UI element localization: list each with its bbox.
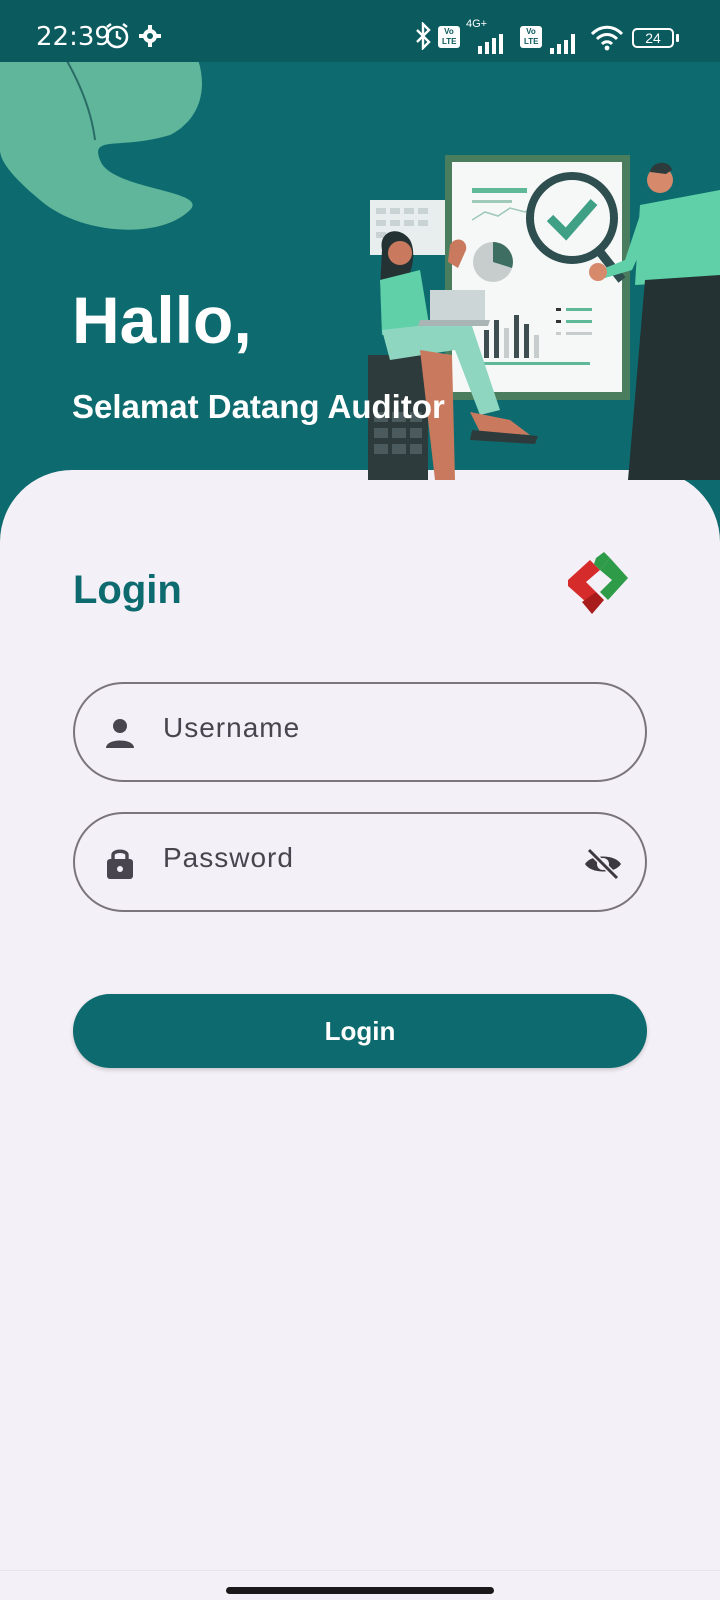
- login-button[interactable]: Login: [73, 994, 647, 1068]
- app-logo: [568, 552, 628, 614]
- battery-tip: [676, 34, 679, 42]
- status-bar: 22:39 Vo LTE 4G+ Vo LTE 24: [0, 0, 720, 62]
- lock-icon: [107, 849, 133, 879]
- auditor-illustration: [368, 155, 720, 480]
- login-title: Login: [73, 568, 182, 612]
- visibility-off-icon[interactable]: [583, 844, 623, 884]
- password-input[interactable]: [163, 842, 563, 874]
- username-input[interactable]: [163, 712, 563, 744]
- wifi-icon: [590, 25, 624, 51]
- volte-icon: Vo LTE: [438, 26, 460, 48]
- welcome-subtitle: Selamat Datang Auditor: [72, 388, 445, 425]
- bluetooth-icon: [416, 22, 431, 50]
- status-time: 22:39: [36, 22, 111, 52]
- login-card: Login Login: [0, 470, 720, 1600]
- battery-icon: 24: [632, 28, 674, 48]
- person-icon: [106, 719, 134, 748]
- navigation-bar: [0, 1570, 720, 1600]
- password-field[interactable]: [73, 812, 647, 912]
- settings-gear-icon: [139, 25, 161, 47]
- username-field[interactable]: [73, 682, 647, 782]
- network-type-label: 4G+: [466, 18, 488, 30]
- signal-4g-icon: [478, 34, 503, 54]
- signal-icon: [550, 34, 575, 54]
- home-indicator[interactable]: [226, 1587, 494, 1594]
- alarm-icon: [105, 23, 129, 49]
- greeting-heading: Hallo,: [72, 283, 252, 357]
- volte-icon-2: Vo LTE: [520, 26, 542, 48]
